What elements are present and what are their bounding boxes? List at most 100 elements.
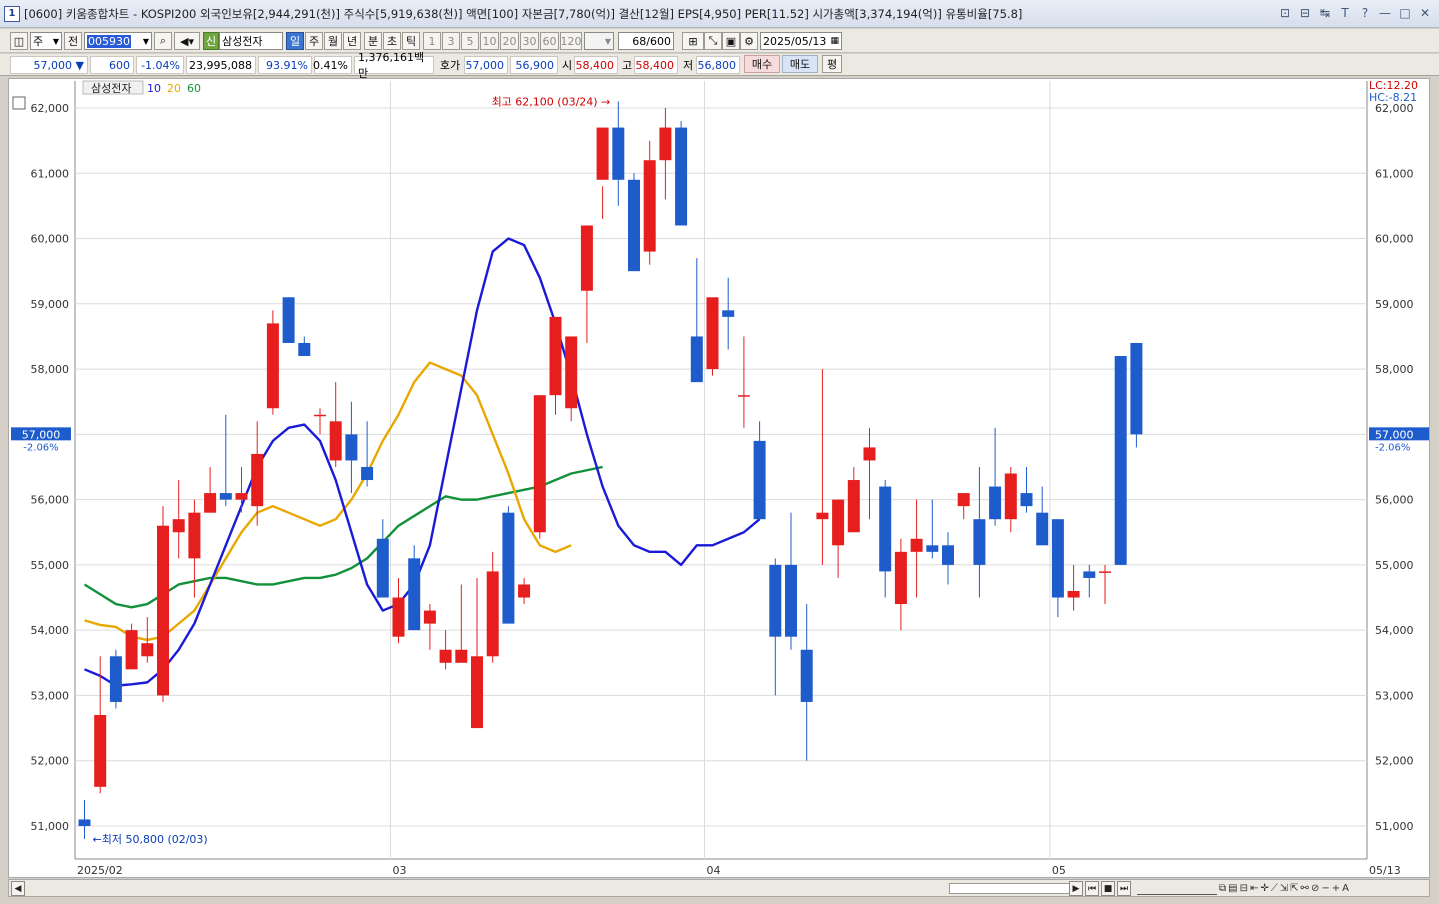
candle <box>832 499 845 578</box>
price-tag-right-label: 57,000 <box>1375 428 1414 441</box>
interval-week[interactable]: 주 <box>305 32 323 50</box>
candle <box>423 604 436 650</box>
zoom-icon[interactable]: ⊞ <box>682 32 704 50</box>
minus-icon[interactable]: − <box>1321 883 1329 894</box>
compare-icon[interactable]: ⊟ <box>1240 883 1248 894</box>
zoom-out-icon[interactable]: ⊘ <box>1311 883 1319 894</box>
minute-preset-10[interactable]: 10 <box>480 32 499 50</box>
volume: 23,995,088 <box>186 56 256 74</box>
link-icon[interactable]: ↹ <box>1317 5 1333 21</box>
fast-forward-icon[interactable]: ⏭ <box>1117 881 1131 896</box>
y-tick-label-right: 53,000 <box>1375 689 1414 702</box>
gear-icon[interactable]: ⚙ <box>740 32 758 50</box>
pattern-icon[interactable]: ⚯ <box>1301 883 1309 894</box>
candle <box>942 532 954 585</box>
chart-tool-icons[interactable]: ⧉ ▤ ⊟ ⇤ ✛ ⟋ ⇲ ⇱ ⚯ ⊘ − + A <box>1219 881 1424 896</box>
scroll-left-button[interactable]: ◀ <box>11 881 25 896</box>
candle <box>361 421 374 487</box>
interval-month[interactable]: 월 <box>324 32 342 50</box>
scroll-right-button[interactable]: ▶ <box>1069 881 1083 896</box>
y-tick-label-right: 61,000 <box>1375 167 1414 180</box>
candle-body <box>973 519 986 565</box>
rewind-icon[interactable]: ⏮ <box>1085 881 1099 896</box>
font-icon[interactable]: A <box>1342 883 1349 894</box>
text-icon[interactable]: T <box>1337 5 1353 21</box>
minimize-icon[interactable]: — <box>1377 5 1393 21</box>
interval-tick[interactable]: 틱 <box>402 32 420 50</box>
candle <box>847 466 860 533</box>
shrink-icon[interactable]: ⇤ <box>1250 883 1258 894</box>
minute-preset-30[interactable]: 30 <box>520 32 539 50</box>
candlestick-chart[interactable]: 62,000 61,000 60,000 59,000 58,000 57,000 56,0… <box>9 79 1431 879</box>
candle-body <box>580 225 593 291</box>
stock-code-input[interactable]: 005930 ▼ <box>84 32 152 50</box>
speed-slider[interactable] <box>1137 882 1217 895</box>
minute-preset-5[interactable]: 5 <box>461 32 479 50</box>
high-annotation: 최고 62,100 (03/24) → <box>492 95 611 108</box>
crosshair-icon[interactable]: ✛ <box>1260 883 1268 894</box>
y-tick-label: 54,000 <box>31 624 70 637</box>
table-icon[interactable]: ▤ <box>1228 883 1237 894</box>
candle <box>219 414 232 507</box>
average-button[interactable]: 평 <box>822 55 842 73</box>
interval-minute[interactable]: 분 <box>364 32 382 50</box>
candle <box>518 577 531 605</box>
chart-layout-icon[interactable]: ◫ <box>10 32 28 50</box>
candle <box>706 297 719 376</box>
candle <box>1067 564 1080 611</box>
save-icon[interactable]: ▣ <box>722 32 740 50</box>
interval-day[interactable]: 일 <box>286 32 304 50</box>
sell-button[interactable]: 매도 <box>782 55 818 73</box>
maximize-icon[interactable]: □ <box>1397 5 1413 21</box>
fit-icon[interactable]: ⇲ <box>1280 883 1288 894</box>
buy-button[interactable]: 매수 <box>744 55 780 73</box>
minute-preset-3[interactable]: 3 <box>442 32 460 50</box>
candle <box>722 277 735 350</box>
sound-icon[interactable]: ◀▾ <box>174 32 200 50</box>
minute-preset-1[interactable]: 1 <box>423 32 441 50</box>
help-icon[interactable]: ? <box>1357 5 1373 21</box>
candle-body <box>832 499 845 546</box>
copy-icon[interactable]: ⧉ <box>1219 883 1226 894</box>
candle <box>94 656 107 794</box>
search-icon[interactable]: ⌕ <box>154 32 172 50</box>
candle <box>455 584 468 663</box>
line-tool-icon[interactable]: ⟋ <box>1271 883 1278 894</box>
plus-icon[interactable]: + <box>1332 883 1340 894</box>
candle-body <box>172 519 185 533</box>
scroll-thumb[interactable] <box>949 883 1073 894</box>
y-tick-label-right: 59,000 <box>1375 298 1414 311</box>
interval-second[interactable]: 초 <box>383 32 401 50</box>
interval-year[interactable]: 년 <box>343 32 361 50</box>
period-type-select[interactable]: 주 ▼ <box>30 32 62 50</box>
count-field[interactable]: 68/600 <box>618 32 674 50</box>
candle-body <box>486 571 499 657</box>
candle <box>596 127 609 219</box>
minute-preset-120[interactable]: 120 <box>560 32 582 50</box>
candle-body <box>235 493 248 500</box>
ratio-icon[interactable]: ⇱ <box>1290 883 1298 894</box>
horizontal-scrollbar[interactable]: ◀ ▶ ⏮ ■ ⏭ ⧉ ▤ ⊟ ⇤ ✛ ⟋ ⇲ ⇱ ⚯ ⊘ − + A <box>8 879 1430 897</box>
date-field[interactable]: 2025/05/13 ▦ <box>760 32 842 50</box>
candle <box>769 558 782 696</box>
candle-body <box>204 493 217 513</box>
ask-price: 57,000 <box>464 56 508 74</box>
candle <box>1099 564 1111 605</box>
price-change: 600 <box>90 56 134 74</box>
open-label: 시 <box>560 56 574 74</box>
open-price: 58,400 <box>574 56 618 74</box>
candle-body <box>894 551 907 605</box>
tools-icon[interactable]: ⤡ <box>704 32 722 50</box>
candle <box>125 623 138 670</box>
chart-area[interactable]: 62,000 61,000 60,000 59,000 58,000 57,000 56,0… <box>8 78 1430 878</box>
low-annotation: ←최저 50,800 (02/03) <box>93 833 208 846</box>
tile-icon[interactable]: ⊟ <box>1297 5 1313 21</box>
minute-preset-20[interactable]: 20 <box>500 32 519 50</box>
close-icon[interactable]: ✕ <box>1417 5 1433 21</box>
minute-preset-60[interactable]: 60 <box>540 32 559 50</box>
restore-layout-icon[interactable]: ⊡ <box>1277 5 1293 21</box>
candle <box>345 401 358 494</box>
stop-icon[interactable]: ■ <box>1101 881 1115 896</box>
preset-dropdown[interactable]: ▼ <box>584 32 614 50</box>
all-button[interactable]: 전 <box>64 32 82 50</box>
